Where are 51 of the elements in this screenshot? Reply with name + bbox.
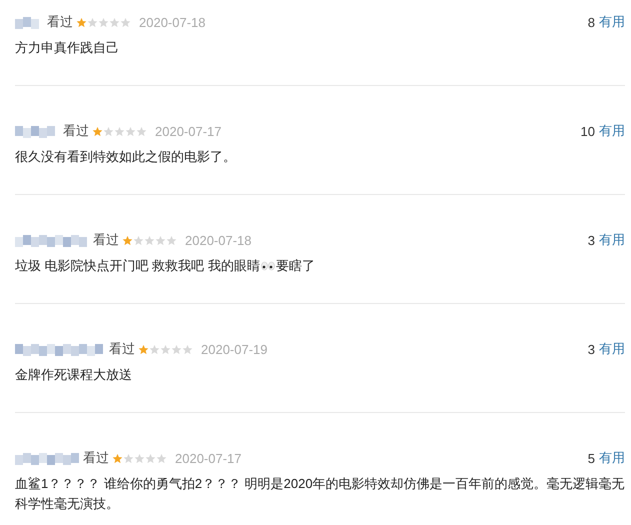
review-text: 很久没有看到特效如此之假的电影了。 <box>15 148 237 166</box>
star-icon <box>182 344 193 354</box>
useful-link[interactable]: 有用 <box>599 340 625 358</box>
star-icon <box>92 126 103 136</box>
review-date: 2020-07-18 <box>185 232 252 248</box>
star-icon <box>160 344 171 354</box>
review-text: 方力申真作践自己 <box>15 39 120 57</box>
star-icon <box>136 126 147 136</box>
star-icon <box>134 452 145 464</box>
star-icon <box>155 234 166 246</box>
star-icon <box>98 16 109 28</box>
star-icon <box>76 16 87 28</box>
watched-label: 看过 <box>93 231 119 249</box>
useful-link[interactable]: 有用 <box>599 449 625 467</box>
vote-count: 3 <box>588 232 595 248</box>
star-icon <box>109 16 120 28</box>
vote-count: 3 <box>588 342 595 356</box>
watched-label: 看过 <box>83 449 109 467</box>
vote-count: 8 <box>588 14 595 30</box>
star-icon <box>125 126 136 136</box>
star-icon <box>112 452 123 464</box>
star-icon <box>171 344 182 354</box>
star-icon <box>122 234 133 246</box>
review-date: 2020-07-17 <box>155 124 222 138</box>
useful-link[interactable]: 有用 <box>599 13 625 31</box>
watched-label: 看过 <box>63 122 89 140</box>
star-icon <box>133 234 144 246</box>
watched-label: 看过 <box>47 13 73 31</box>
review-date: 2020-07-19 <box>201 342 268 356</box>
eyes-icon <box>260 261 275 271</box>
star-icon <box>120 16 131 28</box>
star-icon <box>149 344 160 354</box>
star-icon <box>123 452 134 464</box>
star-icon <box>103 126 114 136</box>
review-text: 金牌作死课程大放送 <box>15 366 133 384</box>
star-icon <box>87 16 98 28</box>
review-text: 血鲨1？？？？ 谁给你的勇气拍2？？？ 明明是2020年的电影特效却仿佛是一百年前的感觉。毫无逻辑毫无科学性毫无演技。 <box>15 475 625 513</box>
review-text: 垃圾 电影院快点开门吧 救救我吧 我的眼睛 要瞎了 <box>15 257 316 275</box>
star-icon <box>138 344 149 354</box>
useful-link[interactable]: 有用 <box>599 122 625 140</box>
watched-label: 看过 <box>109 340 135 358</box>
star-icon <box>114 126 125 136</box>
star-icon <box>144 234 155 246</box>
star-icon <box>156 452 167 464</box>
useful-link[interactable]: 有用 <box>599 231 625 249</box>
review-date: 2020-07-17 <box>175 450 242 466</box>
star-icon <box>166 234 177 246</box>
review-date: 2020-07-18 <box>139 14 206 30</box>
vote-count: 5 <box>588 450 595 466</box>
star-icon <box>145 452 156 464</box>
vote-count: 10 <box>580 124 595 138</box>
